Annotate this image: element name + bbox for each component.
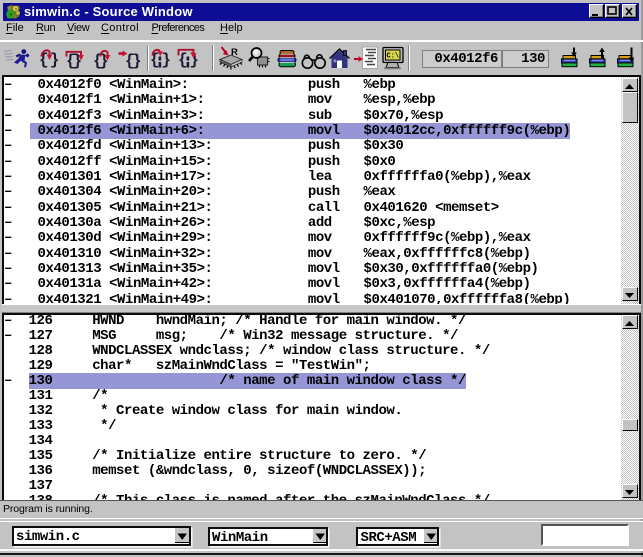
- svg-text:R: R: [231, 47, 238, 58]
- svg-text:C:\: C:\: [387, 53, 400, 61]
